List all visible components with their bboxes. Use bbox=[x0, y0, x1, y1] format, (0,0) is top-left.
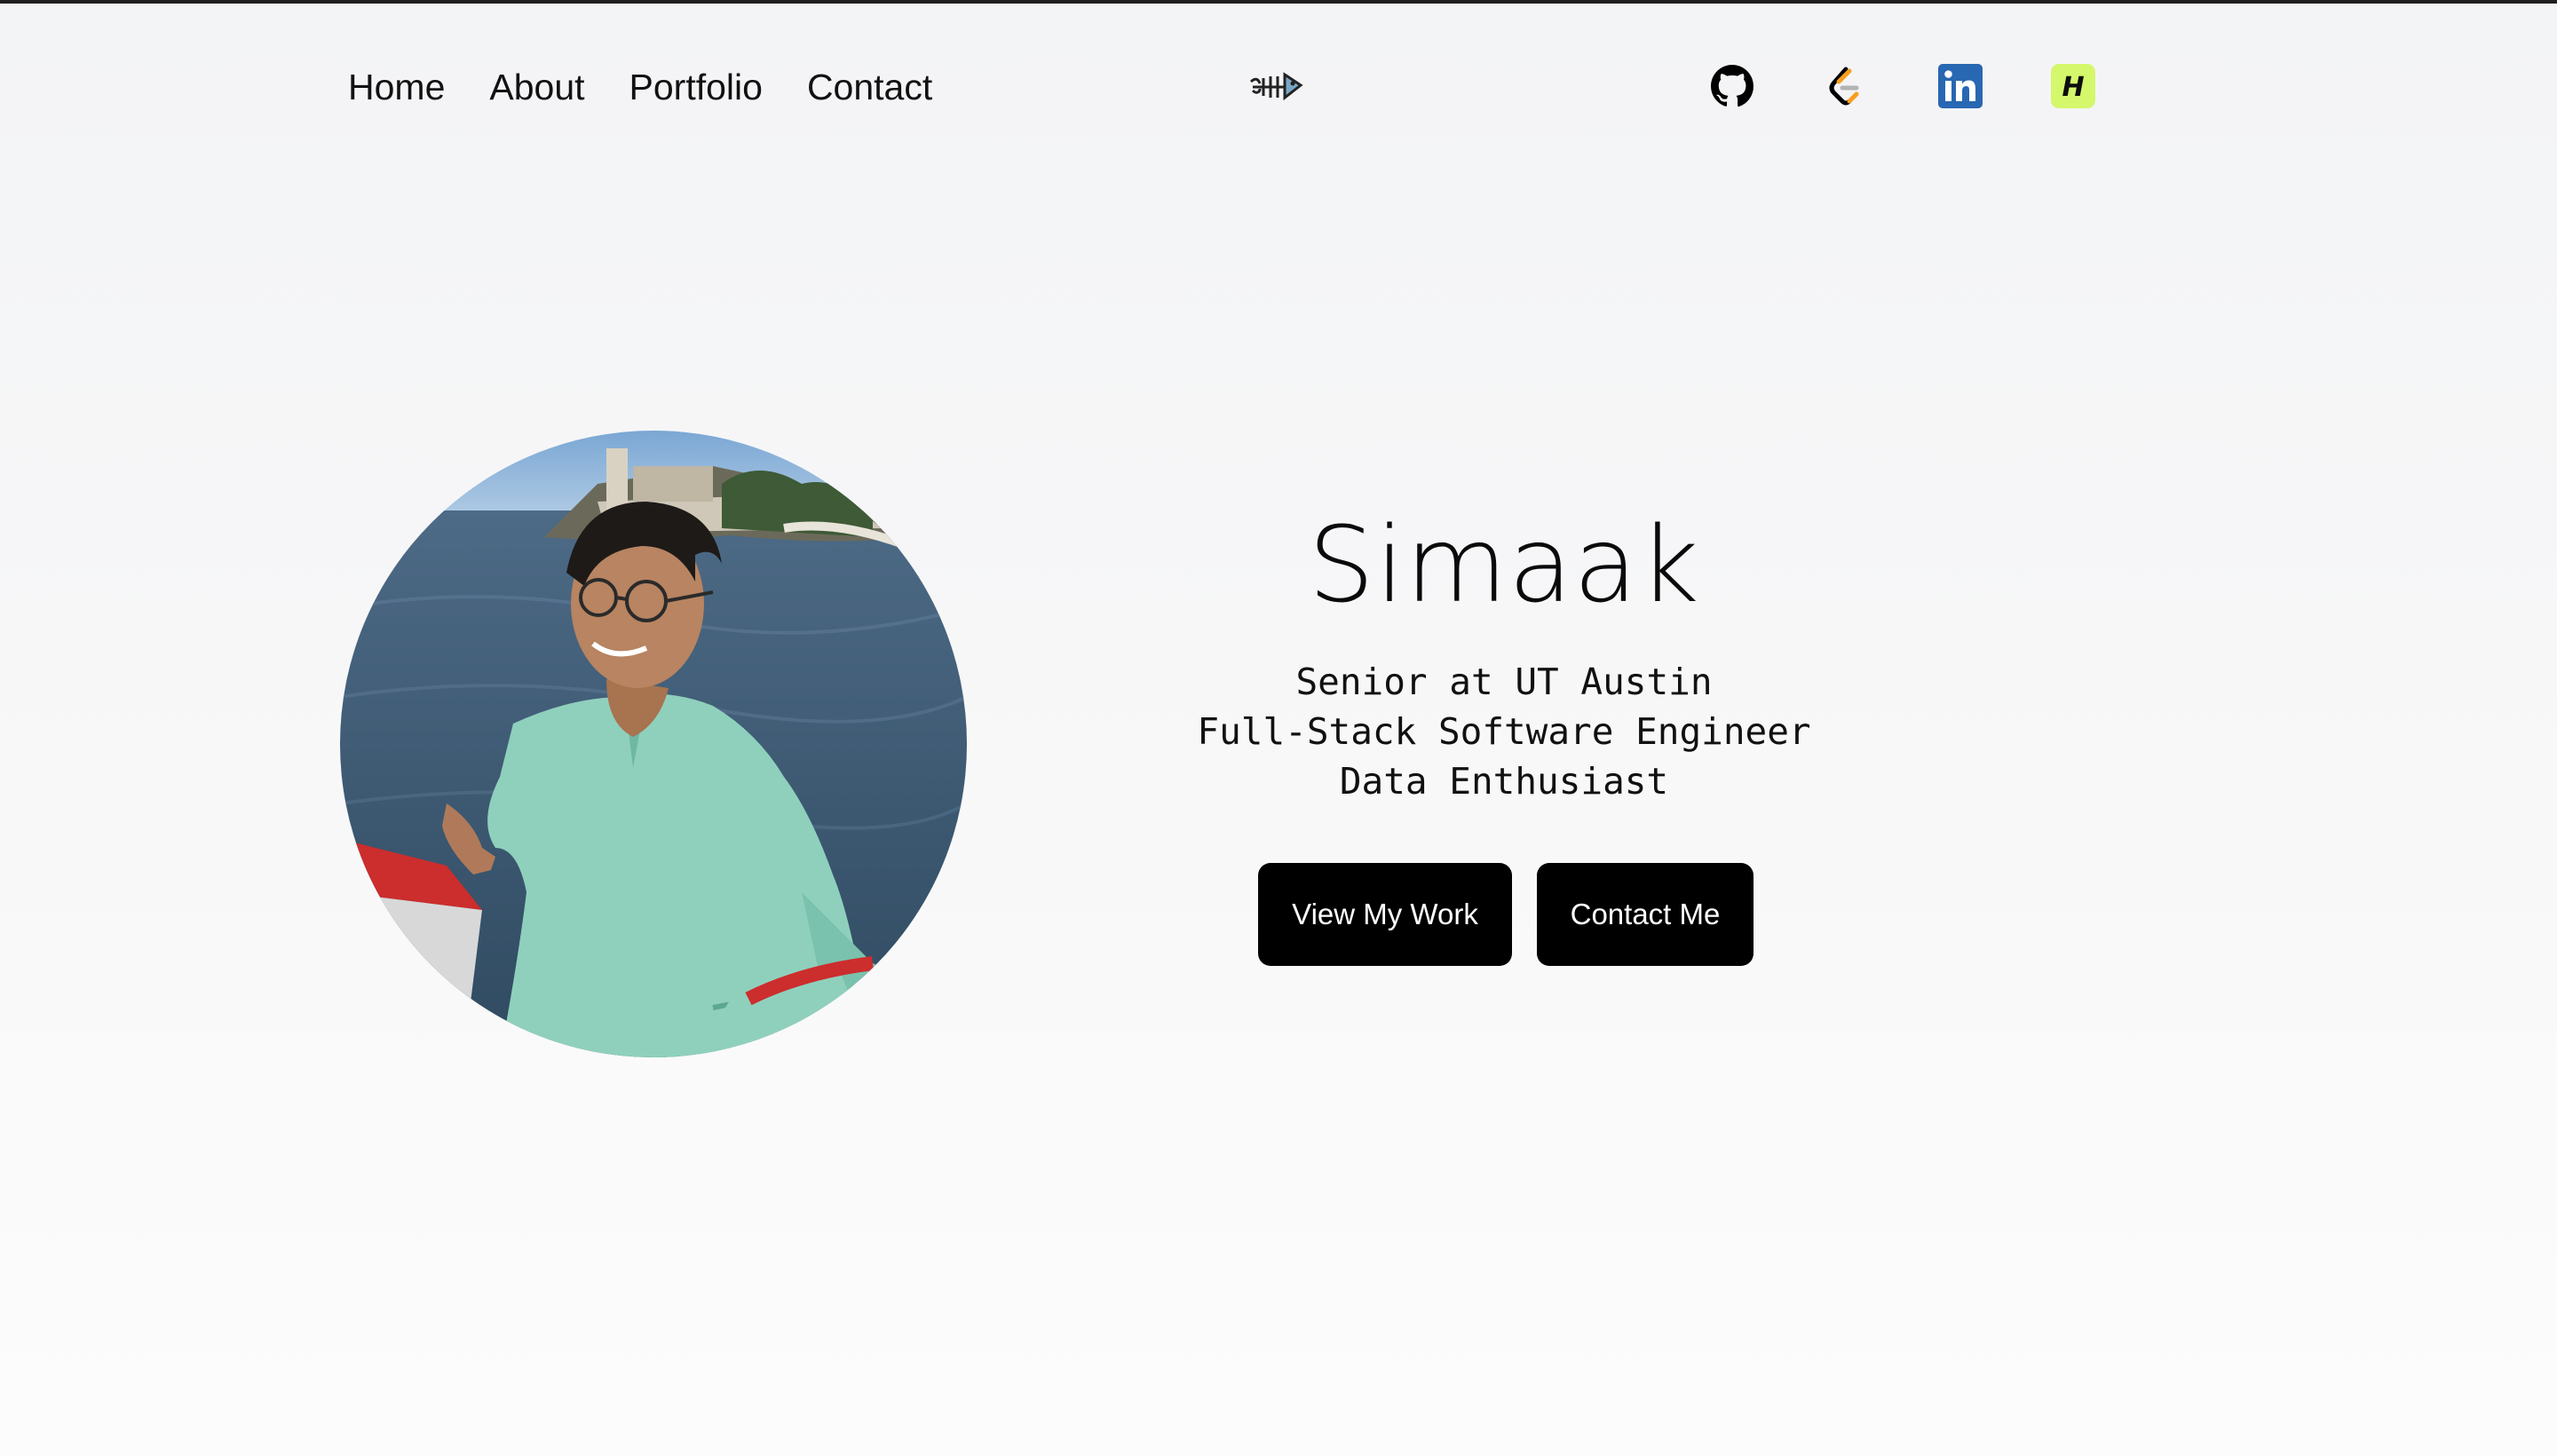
nav-portfolio-link[interactable]: Portfolio bbox=[629, 62, 763, 112]
svg-text:H: H bbox=[2062, 72, 2084, 103]
fishbone-logo[interactable] bbox=[1246, 71, 1310, 101]
nav-contact-link[interactable]: Contact bbox=[807, 62, 932, 112]
linkedin-icon[interactable] bbox=[1936, 62, 1984, 110]
tagline-line-3: Data Enthusiast bbox=[1339, 760, 1669, 803]
nav-home-link[interactable]: Home bbox=[348, 62, 445, 112]
contact-me-button[interactable]: Contact Me bbox=[1537, 863, 1753, 966]
hero-name: Simaak bbox=[1308, 503, 1700, 626]
nav-about-link[interactable]: About bbox=[489, 62, 584, 112]
hackerrank-icon[interactable]: H bbox=[2049, 62, 2097, 110]
top-border bbox=[0, 0, 2557, 4]
view-my-work-button[interactable]: View My Work bbox=[1258, 863, 1512, 966]
leetcode-icon[interactable] bbox=[1821, 62, 1869, 110]
main-nav: Home About Portfolio Contact bbox=[348, 62, 932, 112]
github-icon[interactable] bbox=[1708, 62, 1756, 110]
tagline-line-1: Senior at UT Austin bbox=[1295, 661, 1713, 703]
profile-photo bbox=[340, 431, 967, 1057]
tagline-line-2: Full-Stack Software Engineer bbox=[1197, 710, 1811, 753]
hero-tagline: Senior at UT Austin Full-Stack Software … bbox=[1104, 657, 1904, 806]
